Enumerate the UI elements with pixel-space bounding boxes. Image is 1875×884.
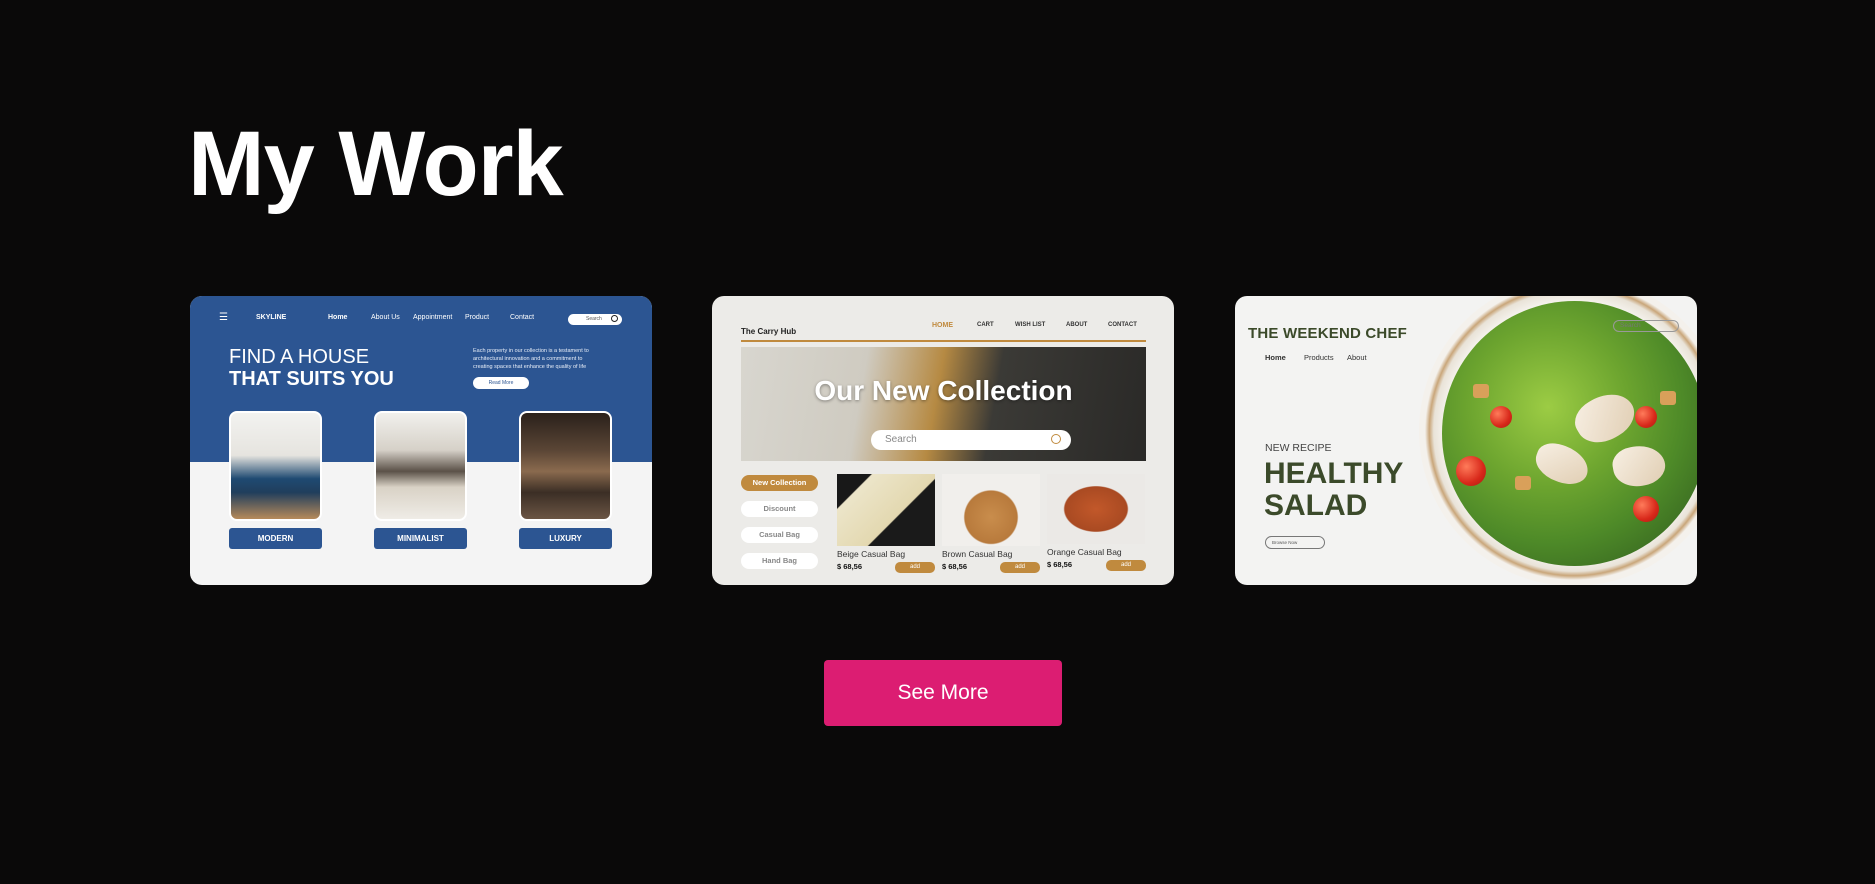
nav-cart: CART — [977, 322, 994, 328]
project-card-weekend-chef[interactable]: THE WEEKEND CHEF Home Products About Sea… — [1235, 296, 1697, 585]
tomato — [1635, 406, 1657, 428]
product-price: $ 68,56 — [837, 562, 863, 571]
search-field: Search — [1613, 320, 1679, 332]
product-name: Beige Casual Bag — [837, 549, 906, 559]
nav-about: About — [1347, 353, 1367, 362]
category-modern: MODERN — [229, 528, 322, 549]
product-image-brown-bag — [942, 474, 1040, 546]
nav-contact: Contact — [510, 314, 535, 321]
tomato — [1456, 456, 1486, 486]
brand: The Carry Hub — [741, 327, 797, 336]
nav-home: HOME — [932, 322, 953, 329]
search-field: Search — [871, 430, 1071, 450]
product-name: Orange Casual Bag — [1047, 547, 1122, 557]
crouton — [1660, 391, 1676, 405]
search-placeholder: Search — [586, 316, 602, 322]
nav-products: Products — [1304, 353, 1334, 362]
nav-home: Home — [328, 314, 348, 321]
nav-divider — [741, 340, 1146, 342]
nav-about: ABOUT — [1066, 322, 1088, 328]
product-name: Brown Casual Bag — [942, 549, 1013, 559]
salad-image — [1442, 301, 1697, 566]
nav-product: Product — [465, 314, 490, 321]
search-placeholder: Search — [885, 434, 917, 445]
tomato — [1490, 406, 1512, 428]
nav-about: About Us — [371, 314, 400, 321]
crouton — [1473, 384, 1489, 398]
modern-room-image — [229, 411, 322, 521]
filter-discount: Discount — [741, 501, 818, 517]
product-image-beige-bag — [837, 474, 935, 546]
nav-home: Home — [1265, 353, 1286, 362]
headline: HEALTHY SALAD — [1264, 458, 1403, 522]
project-card-carry-hub[interactable]: The Carry Hub HOME CART WISH LIST ABOUT … — [712, 296, 1174, 585]
read-more-button: Read More — [473, 377, 529, 389]
tomato — [1633, 496, 1659, 522]
crouton — [1515, 476, 1531, 490]
logo: SKYLINE — [256, 314, 287, 321]
add-to-cart-button: add — [1000, 562, 1040, 573]
hero-banner: Our New Collection Search — [741, 347, 1146, 461]
category-minimalist: MINIMALIST — [374, 528, 467, 549]
project-card-skyline[interactable]: ☰ SKYLINE Home About Us Appointment Prod… — [190, 296, 652, 585]
product-price: $ 68,56 — [942, 562, 968, 571]
product-image-orange-bag — [1047, 474, 1145, 544]
browse-button: Browse Now — [1265, 536, 1325, 549]
headline: FIND A HOUSE THAT SUITS YOU — [229, 346, 394, 390]
headline-line-1: FIND A HOUSE — [229, 346, 370, 368]
search-field: Search — [568, 314, 622, 325]
nav-wishlist: WISH LIST — [1015, 322, 1046, 328]
filter-casual-bag: Casual Bag — [741, 527, 818, 543]
hero-title: Our New Collection — [814, 375, 1073, 406]
search-icon — [611, 315, 618, 322]
product-price: $ 68,56 — [1047, 560, 1073, 569]
hamburger-icon: ☰ — [219, 312, 228, 323]
description: Each property in our collection is a tes… — [473, 348, 589, 370]
kicker: NEW RECIPE — [1265, 442, 1332, 454]
headline-line-1: HEALTHY — [1264, 457, 1404, 490]
see-more-button[interactable]: See More — [824, 660, 1062, 726]
nav-contact: CONTACT — [1108, 322, 1137, 328]
luxury-room-image — [519, 411, 612, 521]
filter-new-collection: New Collection — [741, 475, 818, 491]
filter-hand-bag: Hand Bag — [741, 553, 818, 569]
add-to-cart-button: add — [1106, 560, 1146, 571]
nav-appointment: Appointment — [413, 314, 453, 321]
page-title: My Work — [188, 113, 564, 215]
add-to-cart-button: add — [895, 562, 935, 573]
minimalist-room-image — [374, 411, 467, 521]
headline-line-2: THAT SUITS YOU — [229, 368, 394, 390]
brand: THE WEEKEND CHEF — [1248, 325, 1408, 342]
headline-line-2: SALAD — [1264, 489, 1368, 522]
category-luxury: LUXURY — [519, 528, 612, 549]
search-icon — [1051, 434, 1061, 444]
